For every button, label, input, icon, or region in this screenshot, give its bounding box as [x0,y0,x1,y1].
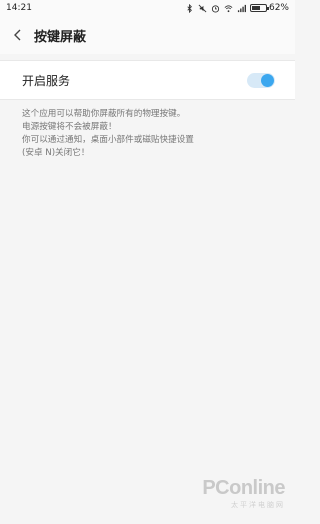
toggle-knob [261,73,274,87]
description-line: 你可以通过通知，桌面小部件或磁贴快捷设置 [22,135,194,145]
page-title: 按键屏蔽 [34,29,87,45]
mute-icon [198,4,207,12]
wifi-icon [224,4,233,12]
battery-indicator: 62% [249,3,289,13]
battery-text: 62% [268,3,289,13]
watermark-brand: PConline [202,477,285,499]
watermark: PConline 太平洋电脑网 [202,477,285,510]
description-line: 电源按键将不会被屏蔽！ [22,122,117,132]
status-time: 14:21 [6,3,32,13]
settings-card: 开启服务 [0,60,295,100]
status-bar: 14:21 62% [0,0,295,16]
watermark-sub: 太平洋电脑网 [231,502,285,509]
battery-fill [251,6,261,10]
battery-icon [249,4,269,12]
title-bar: 按键屏蔽 [0,16,295,54]
description: 这个应用可以帮助你屏蔽所有的物理按键。 电源按键将不会被屏蔽！ 你可以通过通知，… [0,100,295,160]
status-icons: 62% [185,3,289,13]
service-label: 开启服务 [22,73,71,88]
description-line: (安卓 N)关闭它！ [22,148,90,158]
bluetooth-icon [187,3,192,13]
chevron-left-icon [14,29,21,41]
service-toggle[interactable] [247,72,275,88]
alarm-icon [211,4,220,13]
description-line: 这个应用可以帮助你屏蔽所有的物理按键。 [22,109,186,119]
service-row[interactable]: 开启服务 [0,61,295,99]
back-button[interactable] [10,27,26,43]
signal-icon [237,4,246,12]
